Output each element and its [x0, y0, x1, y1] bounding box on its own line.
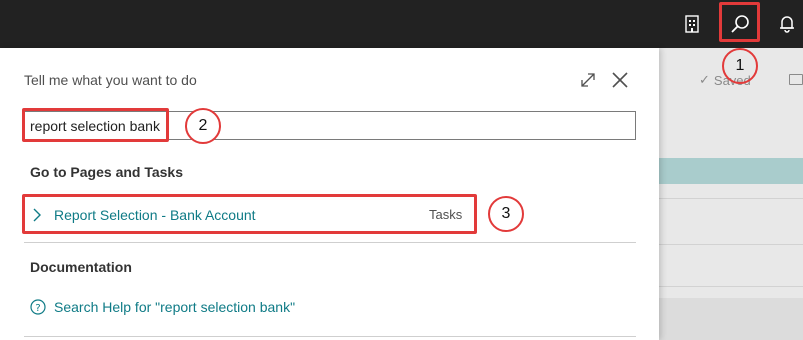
- document-icon[interactable]: [680, 12, 704, 36]
- checkmark-icon: ✓: [699, 72, 710, 87]
- top-app-bar: [0, 0, 803, 48]
- section-divider: [24, 242, 636, 243]
- documentation-heading: Documentation: [30, 259, 132, 275]
- panel-title: Tell me what you want to do: [24, 72, 197, 88]
- pages-and-tasks-heading: Go to Pages and Tasks: [30, 164, 184, 180]
- callout-1: 1: [722, 48, 758, 84]
- search-highlight-box: [719, 2, 760, 42]
- close-icon[interactable]: [610, 70, 630, 90]
- input-highlight-box: [22, 108, 169, 142]
- result-highlight-box: [22, 194, 477, 234]
- expand-icon[interactable]: [578, 70, 598, 90]
- section-divider: [24, 336, 636, 337]
- bell-icon[interactable]: [775, 12, 799, 36]
- background-page: ✓ Saved: [659, 48, 803, 340]
- selected-row: [659, 158, 803, 184]
- open-in-window-icon[interactable]: [789, 74, 803, 85]
- callout-2: 2: [185, 108, 221, 144]
- help-question-icon: ?: [30, 299, 46, 315]
- row-divider: [659, 244, 803, 245]
- callout-3: 3: [488, 196, 524, 232]
- tell-me-panel: Tell me what you want to do Go to Pages …: [0, 48, 659, 340]
- search-help-link[interactable]: ? Search Help for "report selection bank…: [30, 297, 295, 317]
- svg-text:?: ?: [35, 303, 40, 314]
- row-divider: [659, 198, 803, 199]
- search-help-label: Search Help for "report selection bank": [54, 299, 296, 315]
- row-divider: [659, 286, 803, 287]
- shaded-row: [659, 298, 803, 340]
